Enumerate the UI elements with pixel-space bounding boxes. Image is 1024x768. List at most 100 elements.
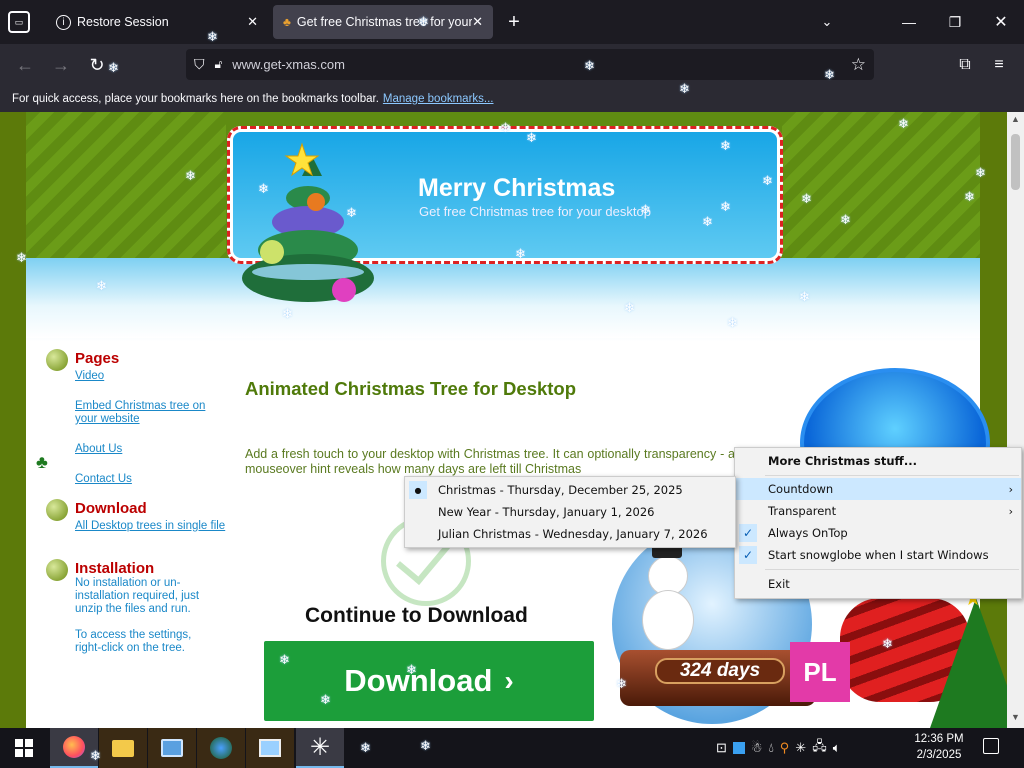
tab-title: Get free Christmas tree for your bbox=[296, 15, 473, 29]
forward-icon[interactable]: → bbox=[50, 54, 72, 76]
notification-icon[interactable] bbox=[983, 738, 999, 754]
blue-square-icon[interactable] bbox=[732, 742, 745, 754]
menu-item-label: Countdown bbox=[768, 482, 834, 496]
snowman-tray-icon[interactable]: ☃ bbox=[751, 740, 763, 756]
reload-icon[interactable]: ↻ bbox=[86, 54, 108, 76]
back-icon[interactable]: ← bbox=[14, 54, 36, 76]
sidebar-link-embed[interactable]: Embed Christmas tree on your website bbox=[75, 400, 225, 426]
shield-icon[interactable]: ⛉ bbox=[194, 56, 205, 73]
menu-separator bbox=[765, 475, 1019, 476]
network-monitor-icon[interactable]: ⊡ bbox=[716, 740, 727, 756]
sidebar-link-video[interactable]: Video bbox=[75, 370, 104, 383]
taskbar-app-4[interactable] bbox=[197, 728, 245, 768]
firefox-icon bbox=[63, 736, 85, 758]
url-text[interactable]: www.get-xmas.com bbox=[232, 57, 345, 72]
taskbar-clock[interactable]: 12:36 PM 2/3/2025 bbox=[906, 731, 972, 763]
sidebar-link-contact[interactable]: Contact Us bbox=[75, 473, 132, 486]
small-tree-cursor-icon: ♣ bbox=[36, 452, 48, 472]
tab-restore-session[interactable]: i Restore Session ✕ bbox=[46, 5, 268, 39]
chevron-down-icon[interactable]: ⌄ bbox=[816, 11, 838, 33]
submenu-item-new-year[interactable]: New Year - Thursday, January 1, 2026 bbox=[405, 501, 735, 523]
chevron-right-icon: › bbox=[1008, 482, 1013, 496]
sidebar-link-all-trees[interactable]: All Desktop trees in single file bbox=[75, 520, 227, 533]
tab-title: Restore Session bbox=[77, 15, 169, 29]
taskbar-file-explorer[interactable] bbox=[99, 728, 147, 768]
page-description: Add a fresh touch to your desktop with C… bbox=[245, 447, 735, 476]
app-window-icon bbox=[161, 739, 183, 757]
scrollbar-thumb[interactable] bbox=[1011, 134, 1020, 190]
submenu-item-christmas[interactable]: ● Christmas - Thursday, December 25, 2025 bbox=[405, 479, 735, 501]
menu-item-transparent[interactable]: Transparent › bbox=[735, 500, 1021, 522]
page-heading: Animated Christmas Tree for Desktop bbox=[245, 378, 577, 399]
banner-sky bbox=[26, 258, 980, 338]
minimize-icon[interactable]: — bbox=[898, 11, 920, 33]
snowflake-tray-icon[interactable]: ✳ bbox=[795, 740, 806, 756]
menu-item-countdown[interactable]: Countdown › bbox=[735, 478, 1021, 500]
install-settings-text: To access the settings, right-click on t… bbox=[75, 629, 192, 654]
navigation-bar: ← → ↻ ⛉ 🔓︎ www.get-xmas.com ☆ ⧉ ≡ bbox=[0, 44, 1024, 86]
banner-stripes-left bbox=[26, 112, 226, 262]
snowglobe-context-menu: More Christmas stuff... Countdown › Trans… bbox=[734, 447, 1022, 599]
tab-get-xmas[interactable]: ♣ Get free Christmas tree for your ✕ bbox=[273, 5, 493, 39]
snowflake-icon: ✳ bbox=[309, 733, 331, 761]
scroll-up-icon[interactable]: ▲ bbox=[1011, 114, 1020, 124]
taskbar: ✳ ⊡ ☃ 💧︎ ⚲ ✳ 🖧︎ 🔈︎ 12:36 PM 2/3/2025 bbox=[0, 728, 1024, 768]
chevron-right-icon: › bbox=[504, 665, 514, 696]
close-icon[interactable]: ✕ bbox=[472, 14, 483, 30]
tree-favicon-icon: ♣ bbox=[283, 15, 291, 29]
page-scrollbar[interactable]: ▲ ▼ bbox=[1007, 112, 1024, 728]
sidebar-link-about[interactable]: About Us bbox=[75, 443, 122, 456]
sidebar-heading-pages: Pages bbox=[75, 350, 120, 367]
menu-item-label: Start snowglobe when I start Windows bbox=[768, 548, 989, 562]
droplet-icon[interactable]: 💧︎ bbox=[769, 740, 774, 756]
tab-overview-icon[interactable]: ▭ bbox=[8, 11, 30, 33]
scroll-down-icon[interactable]: ▼ bbox=[1011, 712, 1020, 722]
info-icon: i bbox=[56, 14, 71, 30]
photo-app-icon bbox=[259, 739, 281, 757]
search-tray-icon[interactable]: ⚲ bbox=[780, 740, 790, 756]
close-icon[interactable]: ✕ bbox=[247, 14, 258, 30]
folder-icon bbox=[112, 739, 134, 757]
clock-time: 12:36 PM bbox=[914, 733, 964, 745]
menu-item-exit[interactable]: Exit bbox=[735, 573, 1021, 595]
start-button[interactable] bbox=[0, 728, 48, 768]
taskbar-app-5[interactable] bbox=[246, 728, 294, 768]
taskbar-firefox[interactable] bbox=[50, 728, 98, 768]
maximize-icon[interactable]: ❐ bbox=[944, 11, 966, 33]
lock-icon[interactable]: 🔓︎ bbox=[215, 57, 223, 72]
sidebar-heading-installation: Installation bbox=[75, 560, 155, 577]
menu-icon[interactable]: ≡ bbox=[988, 54, 1010, 76]
menu-item-start-with-windows[interactable]: ✓ Start snowglobe when I start Windows bbox=[735, 544, 1021, 566]
volume-icon[interactable]: 🔈︎ bbox=[833, 740, 841, 756]
ornament-icon bbox=[46, 349, 68, 371]
bookmark-star-icon[interactable]: ☆ bbox=[851, 55, 866, 75]
new-tab-icon[interactable]: + bbox=[503, 11, 525, 33]
desktop-christmas-tree[interactable] bbox=[930, 598, 1007, 728]
system-tray: ⊡ ☃ 💧︎ ⚲ ✳ 🖧︎ 🔈︎ bbox=[716, 736, 906, 760]
manage-bookmarks-link[interactable]: Manage bookmarks... bbox=[383, 93, 494, 105]
submenu-item-label: Christmas - Thursday, December 25, 2025 bbox=[438, 483, 683, 497]
menu-item-label: Transparent bbox=[768, 504, 837, 518]
download-button[interactable]: Download › bbox=[264, 641, 594, 721]
taskbar-snowglobe[interactable]: ✳ bbox=[296, 728, 344, 768]
menu-item-label: More Christmas stuff... bbox=[768, 454, 917, 468]
sidebar-heading-download: Download bbox=[75, 500, 147, 517]
chevron-right-icon: › bbox=[1008, 504, 1013, 518]
close-window-icon[interactable]: ✕ bbox=[990, 11, 1012, 33]
menu-item-label: Always OnTop bbox=[768, 526, 848, 540]
radio-dot-icon: ● bbox=[409, 481, 427, 499]
extensions-icon[interactable]: ⧉ bbox=[954, 54, 976, 76]
network-icon[interactable]: 🖧︎ bbox=[812, 737, 827, 759]
menu-item-always-on-top[interactable]: ✓ Always OnTop bbox=[735, 522, 1021, 544]
taskbar-app-3[interactable] bbox=[148, 728, 196, 768]
banner-title: Merry Christmas bbox=[418, 174, 616, 202]
download-button-label: Download bbox=[344, 663, 493, 698]
ornament-icon bbox=[46, 499, 68, 521]
check-icon: ✓ bbox=[739, 524, 757, 542]
install-text: No installation or un-installation requi… bbox=[75, 577, 200, 615]
bookmarks-toolbar: For quick access, place your bookmarks h… bbox=[0, 86, 1024, 112]
continue-to-download-label: Continue to Download bbox=[305, 604, 528, 627]
url-bar[interactable]: ⛉ 🔓︎ www.get-xmas.com ☆ bbox=[186, 49, 874, 80]
menu-item-more-stuff[interactable]: More Christmas stuff... bbox=[735, 450, 1021, 472]
submenu-item-julian-christmas[interactable]: Julian Christmas - Wednesday, January 7,… bbox=[405, 523, 735, 545]
